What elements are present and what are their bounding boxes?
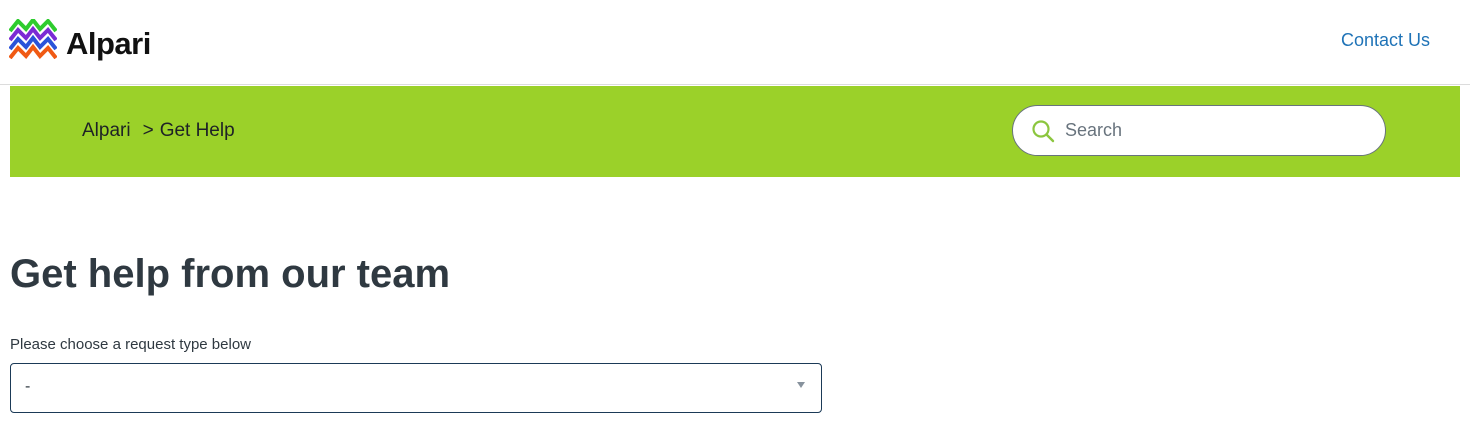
search-icon (1031, 119, 1055, 143)
chevron-down-icon (797, 382, 805, 388)
request-type-selected-value: - (25, 378, 31, 395)
search-input[interactable] (1063, 119, 1357, 142)
logo-link[interactable]: Alpari (9, 16, 151, 62)
breadcrumb-separator: > (142, 120, 154, 141)
site-header: Alpari Contact Us (0, 0, 1470, 85)
request-type-label: Please choose a request type below (10, 336, 251, 353)
search-box[interactable] (1012, 105, 1386, 156)
alpari-logo-icon (9, 19, 57, 59)
page-title: Get help from our team (10, 252, 451, 296)
breadcrumb-item-home[interactable]: Alpari (82, 120, 131, 142)
logo-text: Alpari (66, 26, 151, 61)
contact-us-link[interactable]: Contact Us (1341, 30, 1430, 51)
request-type-select[interactable]: - (10, 363, 822, 413)
breadcrumb-item-get-help[interactable]: Get Help (160, 120, 235, 142)
breadcrumb: Alpari > Get Help (82, 120, 235, 142)
hero-banner: Alpari > Get Help (10, 86, 1460, 177)
